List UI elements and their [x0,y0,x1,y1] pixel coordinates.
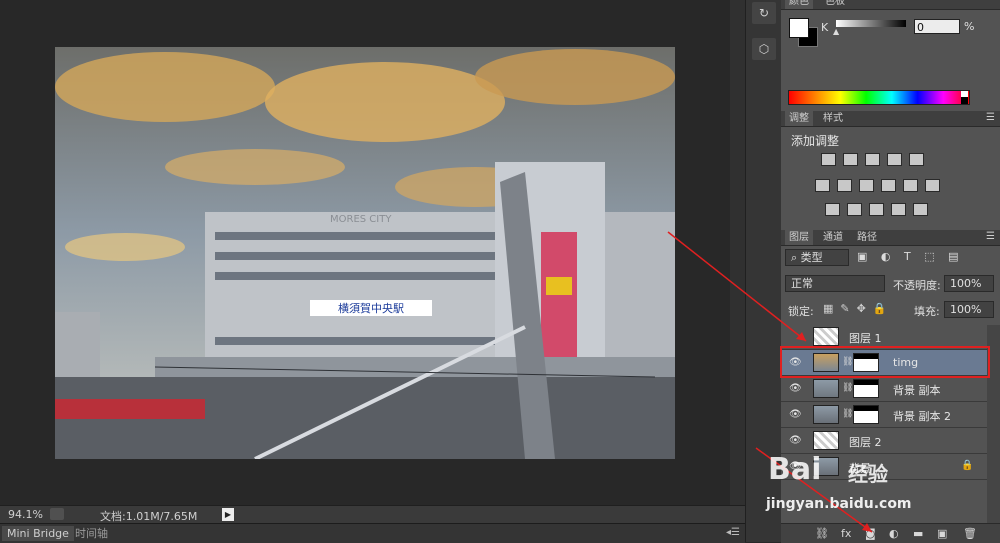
baidu-watermark-text: 经验 [848,462,888,486]
arrowhead-2 [862,523,872,532]
arrow-to-layer [667,231,807,342]
baidu-watermark-logo: Bai [768,452,822,487]
baidu-watermark-url: jingyan.baidu.com [766,496,912,512]
